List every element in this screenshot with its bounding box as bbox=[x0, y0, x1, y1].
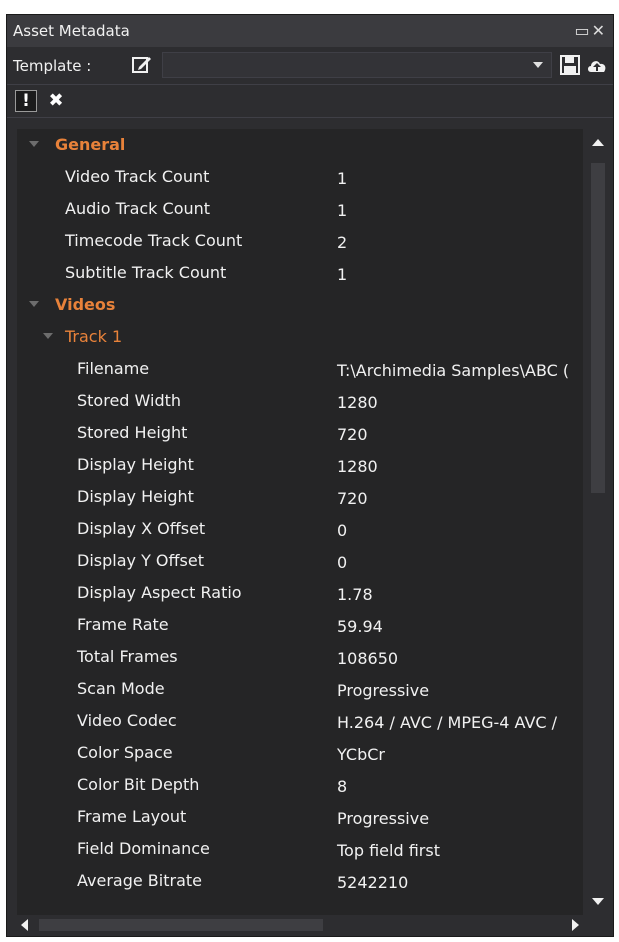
property-key: Timecode Track Count bbox=[65, 231, 243, 250]
property-value: 108650 bbox=[337, 649, 399, 668]
group-label: Track 1 bbox=[65, 327, 123, 346]
property-row[interactable]: Subtitle Track Count 1 bbox=[17, 257, 583, 289]
metadata-toolbar: ! ✖ bbox=[7, 84, 613, 118]
property-value: 1 bbox=[337, 201, 348, 220]
window-buttons: ▭✕ bbox=[574, 21, 607, 40]
property-row[interactable]: Color Bit Depth 8 bbox=[17, 769, 583, 801]
property-row[interactable]: Video Track Count 1 bbox=[17, 161, 583, 193]
property-value: Progressive bbox=[337, 809, 430, 828]
vertical-scrollbar[interactable] bbox=[587, 129, 609, 915]
scroll-left-icon[interactable] bbox=[21, 919, 28, 931]
property-value: YCbCr bbox=[337, 745, 385, 764]
property-value: 0 bbox=[337, 521, 348, 540]
group-label: Videos bbox=[55, 295, 116, 314]
template-row: Template : bbox=[7, 48, 613, 82]
property-key: Field Dominance bbox=[77, 839, 210, 858]
panel-title: Asset Metadata bbox=[13, 22, 130, 40]
property-row[interactable]: Scan Mode Progressive bbox=[17, 673, 583, 705]
property-value: 720 bbox=[337, 489, 368, 508]
property-value: 1.78 bbox=[337, 585, 373, 604]
tree-group-track-1[interactable]: Track 1 bbox=[17, 321, 583, 353]
property-key: Subtitle Track Count bbox=[65, 263, 227, 282]
property-row[interactable]: Average Bitrate 5242210 bbox=[17, 865, 583, 897]
property-key: Video Track Count bbox=[65, 167, 210, 186]
property-key: Stored Width bbox=[77, 391, 182, 410]
horizontal-scrollbar[interactable] bbox=[17, 917, 583, 933]
property-value: 8 bbox=[337, 777, 348, 796]
expand-triangle-icon[interactable] bbox=[43, 333, 53, 339]
property-value: 0 bbox=[337, 553, 348, 572]
property-row[interactable]: Display Height 720 bbox=[17, 481, 583, 513]
warning-button[interactable]: ! bbox=[15, 90, 37, 112]
property-value: 1 bbox=[337, 169, 348, 188]
metadata-tree: General Video Track Count 1 Audio Track … bbox=[17, 129, 583, 915]
asset-metadata-panel: Asset Metadata ▭✕ Template : ! ✖ General… bbox=[6, 14, 614, 937]
property-value: 1280 bbox=[337, 393, 378, 412]
property-key: Video Codec bbox=[77, 711, 177, 730]
property-value: 720 bbox=[337, 425, 368, 444]
save-icon[interactable] bbox=[560, 55, 580, 79]
tree-group-general[interactable]: General bbox=[17, 129, 583, 161]
property-row[interactable]: Stored Width 1280 bbox=[17, 385, 583, 417]
property-key: Frame Rate bbox=[77, 615, 169, 634]
property-key: Color Space bbox=[77, 743, 173, 762]
scroll-up-icon[interactable] bbox=[592, 139, 604, 146]
vertical-scroll-thumb[interactable] bbox=[591, 163, 605, 493]
property-value: 1 bbox=[337, 265, 348, 284]
property-value: Top field first bbox=[337, 841, 440, 860]
edit-template-icon[interactable] bbox=[131, 55, 153, 79]
property-key: Stored Height bbox=[77, 423, 188, 442]
property-key: Audio Track Count bbox=[65, 199, 211, 218]
chevron-down-icon bbox=[533, 62, 543, 68]
property-row[interactable]: Field Dominance Top field first bbox=[17, 833, 583, 865]
property-row[interactable]: Total Frames 108650 bbox=[17, 641, 583, 673]
property-key: Display Height bbox=[77, 487, 194, 506]
property-key: Display Y Offset bbox=[77, 551, 204, 570]
property-key: Frame Layout bbox=[77, 807, 187, 826]
property-row[interactable]: Display Y Offset 0 bbox=[17, 545, 583, 577]
panel-titlebar: Asset Metadata ▭✕ bbox=[7, 15, 613, 47]
property-key: Color Bit Depth bbox=[77, 775, 200, 794]
property-row[interactable]: Timecode Track Count 2 bbox=[17, 225, 583, 257]
expand-triangle-icon[interactable] bbox=[29, 301, 39, 307]
property-key: Scan Mode bbox=[77, 679, 165, 698]
property-key: Average Bitrate bbox=[77, 871, 202, 890]
scroll-right-icon[interactable] bbox=[572, 919, 579, 931]
property-row[interactable]: Display X Offset 0 bbox=[17, 513, 583, 545]
property-row[interactable]: Color Space YCbCr bbox=[17, 737, 583, 769]
expand-triangle-icon[interactable] bbox=[29, 141, 39, 147]
property-key: Total Frames bbox=[77, 647, 178, 666]
close-icon[interactable]: ✕ bbox=[592, 21, 607, 40]
property-value: T:\Archimedia Samples\ABC ( bbox=[337, 361, 570, 380]
property-value: 1280 bbox=[337, 457, 378, 476]
property-value: Progressive bbox=[337, 681, 430, 700]
property-key: Filename bbox=[77, 359, 150, 378]
scrollbar-corner bbox=[587, 917, 609, 933]
property-row[interactable]: Filename T:\Archimedia Samples\ABC ( bbox=[17, 353, 583, 385]
clear-button[interactable]: ✖ bbox=[45, 90, 67, 112]
property-value: 59.94 bbox=[337, 617, 383, 636]
tree-group-videos[interactable]: Videos bbox=[17, 289, 583, 321]
property-row[interactable]: Video Codec H.264 / AVC / MPEG-4 AVC / bbox=[17, 705, 583, 737]
restore-icon[interactable]: ▭ bbox=[574, 21, 591, 40]
property-row[interactable]: Display Height 1280 bbox=[17, 449, 583, 481]
property-value: H.264 / AVC / MPEG-4 AVC / bbox=[337, 713, 558, 732]
property-row[interactable]: Stored Height 720 bbox=[17, 417, 583, 449]
property-value: 2 bbox=[337, 233, 348, 252]
template-select[interactable] bbox=[162, 52, 552, 78]
property-key: Display Aspect Ratio bbox=[77, 583, 242, 602]
group-label: General bbox=[55, 135, 126, 154]
cloud-upload-icon[interactable] bbox=[586, 56, 608, 78]
property-key: Display Height bbox=[77, 455, 194, 474]
property-value: 5242210 bbox=[337, 873, 409, 892]
property-row[interactable]: Audio Track Count 1 bbox=[17, 193, 583, 225]
template-label: Template : bbox=[13, 57, 92, 75]
scroll-down-icon[interactable] bbox=[592, 898, 604, 905]
property-key: Display X Offset bbox=[77, 519, 206, 538]
property-row[interactable]: Frame Rate 59.94 bbox=[17, 609, 583, 641]
horizontal-scroll-thumb[interactable] bbox=[39, 919, 323, 931]
property-row[interactable]: Display Aspect Ratio 1.78 bbox=[17, 577, 583, 609]
property-row[interactable]: Frame Layout Progressive bbox=[17, 801, 583, 833]
